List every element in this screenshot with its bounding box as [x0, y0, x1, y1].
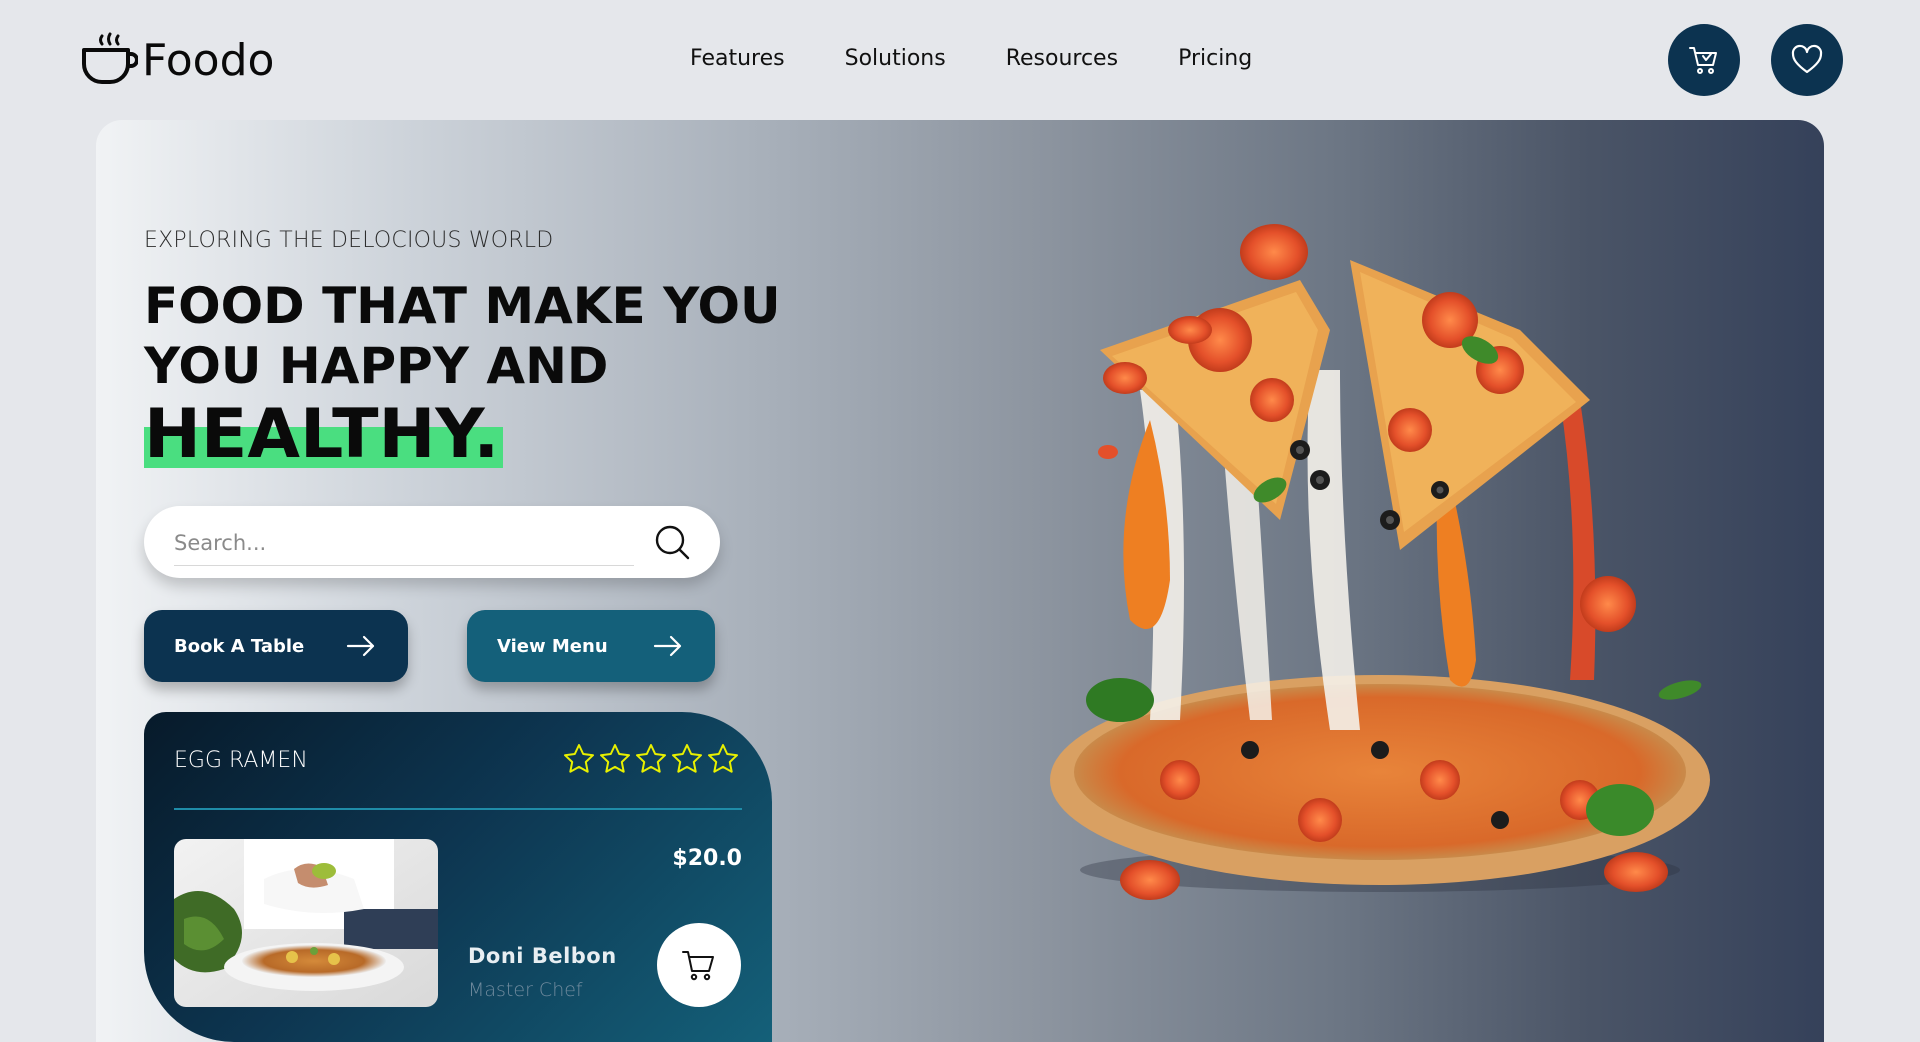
coffee-cup-icon [82, 32, 138, 84]
headline-line-2: YOU HAPPY AND [144, 337, 609, 395]
view-menu-button[interactable]: View Menu [467, 610, 715, 682]
book-table-label: Book A Table [174, 635, 305, 657]
dish-name: EGG RAMEN [174, 748, 308, 773]
star-icon [708, 744, 738, 773]
cart-button[interactable] [1668, 24, 1740, 96]
add-to-cart-button[interactable] [657, 923, 741, 1007]
cart-icon [1689, 47, 1717, 74]
nav-item-features[interactable]: Features [690, 46, 785, 71]
search-icon[interactable] [652, 522, 692, 562]
star-icon [564, 744, 594, 773]
dish-price: $20.0 [672, 846, 742, 871]
cart-icon [682, 951, 714, 981]
site-header: Foodo Features Solutions Resources Prici… [0, 0, 1920, 120]
star-rating [562, 742, 740, 776]
book-table-button[interactable]: Book A Table [144, 610, 408, 682]
nav-item-solutions[interactable]: Solutions [845, 46, 946, 71]
pizza-illustration [1050, 224, 1710, 900]
chef-role: Master Chef [468, 979, 583, 1001]
card-divider [174, 808, 742, 810]
star-icon [672, 744, 702, 773]
search-bar [144, 506, 720, 578]
view-menu-label: View Menu [497, 635, 608, 657]
headline-highlight: HEALTHY. [144, 401, 504, 469]
chef-name: Doni Belbon [468, 944, 617, 968]
hero-eyebrow: EXPLORING THE DELOCIOUS WORLD [144, 228, 554, 253]
star-icon [636, 744, 666, 773]
brand-logo[interactable]: Foodo [80, 30, 274, 90]
brand-name: Foodo [142, 34, 275, 86]
arrow-right-icon [653, 635, 682, 657]
dish-photo [174, 839, 438, 1007]
heart-icon [1791, 44, 1823, 74]
arrow-right-icon [346, 635, 375, 657]
nav-item-pricing[interactable]: Pricing [1178, 46, 1252, 71]
main-nav: Features Solutions Resources Pricing [690, 46, 1252, 71]
nav-item-resources[interactable]: Resources [1006, 46, 1118, 71]
search-input[interactable] [174, 520, 634, 566]
hero-headline: FOOD THAT MAKE YOU YOU HAPPY AND HEALTHY… [144, 276, 824, 476]
favorites-button[interactable] [1771, 24, 1843, 96]
headline-line-1: FOOD THAT MAKE YOU [144, 277, 781, 335]
dish-card: EGG RAMEN $20.0 Doni Belbon Master Chef [144, 712, 772, 1042]
ramen-photo-image [174, 839, 438, 1007]
star-icon [600, 744, 630, 773]
